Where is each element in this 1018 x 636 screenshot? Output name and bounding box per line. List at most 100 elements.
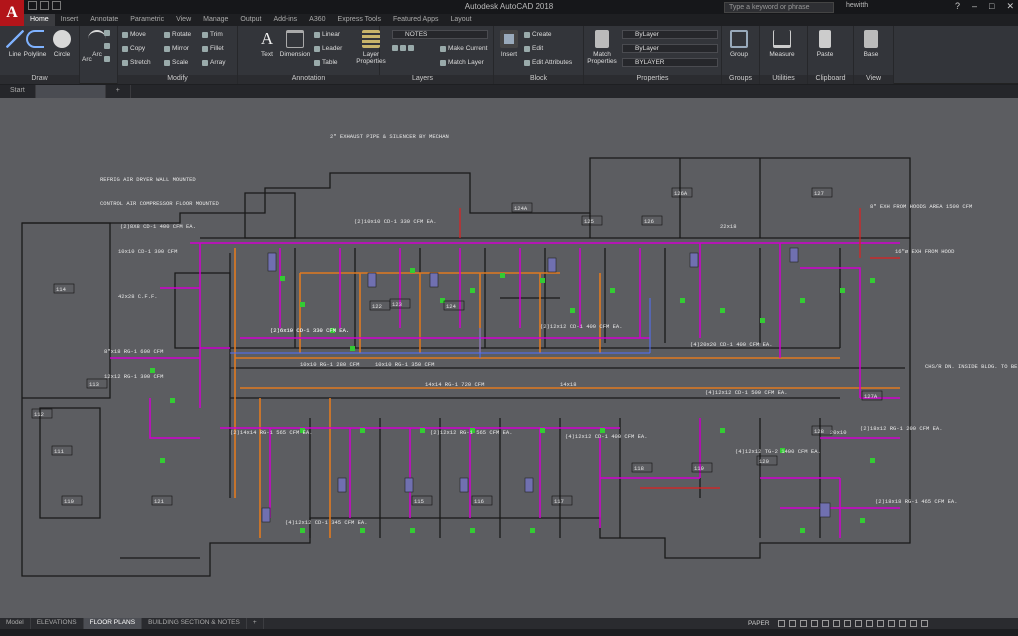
color-dropdown[interactable]: ByLayer [622,30,718,39]
tab-home[interactable]: Home [24,14,55,26]
lineweight-icon[interactable] [833,620,840,627]
mirror-button[interactable]: Mirror [164,45,189,52]
help-icon[interactable]: ? [955,1,960,12]
leader-button[interactable]: Leader [314,45,342,52]
stretch-button[interactable]: Stretch [122,59,151,66]
ortho-icon[interactable] [800,620,807,627]
paper-space-toggle[interactable]: PAPER [748,620,770,627]
new-tab-button[interactable]: + [106,85,131,98]
room-tag: 120 [756,455,778,466]
tab-view[interactable]: View [170,14,197,26]
workspace-icon[interactable] [855,620,862,627]
linetype-dropdown[interactable]: ByLayer [622,44,718,53]
rotate-button[interactable]: Rotate [164,31,191,38]
modify-panel: Move Rotate Trim Copy Mirror Fillet Stre… [118,26,238,84]
match-layer-button[interactable]: Match Layer [440,59,484,66]
tab-add-ins[interactable]: Add-ins [267,14,303,26]
paste-button[interactable]: Paste [812,30,838,58]
circle-button[interactable]: Circle [49,30,75,58]
tab-layout[interactable]: Layout [445,14,478,26]
osnap-icon[interactable] [822,620,829,627]
draw-tool-small[interactable] [104,30,110,36]
table-button[interactable]: Table [314,59,338,66]
maximize-icon[interactable]: □ [989,1,994,12]
base-button[interactable]: Base [858,30,884,58]
hatch-tool-small[interactable] [104,43,110,49]
tab-output[interactable]: Output [234,14,267,26]
isolate-icon[interactable] [888,620,895,627]
drawing-canvas[interactable]: 2" EXHAUST PIPE & SILENCER BY MECHAN REFR… [0,98,1018,618]
array-icon [202,59,208,66]
measure-button[interactable]: Measure [764,30,800,58]
insert-button[interactable]: Insert [496,30,522,58]
polyline-button[interactable]: Polyline [22,30,48,58]
tab-featured-apps[interactable]: Featured Apps [387,14,445,26]
drawing-note: 14x14 RG-1 720 CFM [425,381,484,388]
svg-text:113: 113 [89,381,99,388]
table-icon [314,59,320,66]
copy-button[interactable]: Copy [122,45,145,52]
user-name[interactable]: hewitth [846,2,868,9]
edit-attributes-button[interactable]: Edit Attributes [524,59,572,66]
match-properties-button[interactable]: Match Properties [586,30,618,65]
make-current-button[interactable]: Make Current [440,45,487,52]
svg-text:110: 110 [64,498,74,505]
snap-icon[interactable] [789,620,796,627]
layer-dropdown[interactable]: NOTES [392,30,488,39]
gradient-tool-small[interactable] [104,56,110,62]
edit-block-button[interactable]: Edit [524,45,543,52]
diffuser-marker [680,298,685,303]
tab-parametric[interactable]: Parametric [124,14,170,26]
tab-annotate[interactable]: Annotate [84,14,124,26]
annotation-scale-icon[interactable] [844,620,851,627]
diffuser-marker [870,458,875,463]
title-bar: Autodesk AutoCAD 2018 Type a keyword or … [0,0,1018,14]
layout-tab-building-section[interactable]: BUILDING SECTION & NOTES [142,618,247,629]
search-input[interactable]: Type a keyword or phrase [724,2,834,13]
clean-screen-icon[interactable] [910,620,917,627]
close-icon[interactable]: ✕ [1006,1,1014,12]
lineweight-dropdown[interactable]: BYLAYER [622,58,718,67]
text-button[interactable]: A Text [254,30,280,59]
tab-a360[interactable]: A360 [303,14,331,26]
scale-button[interactable]: Scale [164,59,188,66]
minimize-icon[interactable]: – [972,1,977,12]
grid-icon[interactable] [778,620,785,627]
diffuser-marker [610,288,615,293]
svg-text:128: 128 [814,428,824,435]
customization-icon[interactable] [921,620,928,627]
doc-tab-drawing[interactable] [35,85,106,98]
tab-insert[interactable]: Insert [55,14,85,26]
fillet-button[interactable]: Fillet [202,45,224,52]
create-block-button[interactable]: Create [524,31,552,38]
doc-tab-start[interactable]: Start [0,85,36,98]
polar-icon[interactable] [811,620,818,627]
room-tag: 124A [511,202,533,213]
new-layout-button[interactable]: + [247,618,264,629]
dimension-button[interactable]: Dimension [278,30,312,58]
layout-tab-elevations[interactable]: ELEVATIONS [31,618,84,629]
linear-button[interactable]: Linear [314,31,340,38]
application-menu-button[interactable]: A [0,0,24,26]
tab-express-tools[interactable]: Express Tools [332,14,387,26]
layout-tab-model[interactable]: Model [0,618,31,629]
diffuser-marker [540,278,545,283]
room-tag: 127 [811,187,833,198]
trim-button[interactable]: Trim [202,31,223,38]
units-icon[interactable] [877,620,884,627]
tab-manage[interactable]: Manage [197,14,234,26]
drawing-note: (2)12x12 CD-1 400 CFM EA. [540,323,623,330]
layout-tab-floor-plans[interactable]: FLOOR PLANS [83,618,143,629]
draw-panel-extra: Arc [80,26,118,84]
layer-properties-button[interactable]: Layer Properties [354,30,388,65]
move-button[interactable]: Move [122,31,146,38]
group-button[interactable]: Group [726,30,752,58]
mirror-icon [164,45,170,52]
hardware-accel-icon[interactable] [899,620,906,627]
diffuser-marker [360,428,365,433]
diffuser-marker [500,273,505,278]
layer-tools-row[interactable] [392,45,414,51]
array-button[interactable]: Array [202,59,226,66]
annotation-monitor-icon[interactable] [866,620,873,627]
svg-text:127: 127 [814,190,824,197]
